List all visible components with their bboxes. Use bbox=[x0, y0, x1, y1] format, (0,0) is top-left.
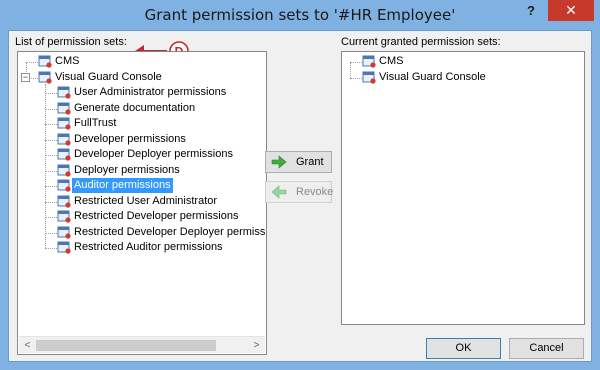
cancel-button[interactable]: Cancel bbox=[509, 338, 584, 359]
tree-item-label: Auditor permissions bbox=[72, 178, 173, 193]
permission-set-icon bbox=[38, 55, 52, 68]
tree-item-label: Generate documentation bbox=[74, 101, 196, 114]
tree-item[interactable]: Restricted User Administrator bbox=[18, 194, 266, 210]
tree-guide-line bbox=[45, 139, 57, 141]
tree-item[interactable]: − Visual Guard Console bbox=[18, 70, 266, 86]
arrow-right-icon bbox=[271, 155, 287, 169]
tree-item[interactable]: Developer permissions bbox=[18, 132, 266, 148]
dialog-window: Grant permission sets to '#HR Employee' … bbox=[0, 0, 600, 370]
tree-item-label: FullTrust bbox=[74, 117, 117, 129]
permission-set-icon bbox=[57, 179, 71, 192]
tree-guide-line bbox=[350, 77, 362, 79]
scroll-right-icon[interactable]: > bbox=[249, 338, 264, 353]
scrollbar-thumb[interactable] bbox=[36, 340, 216, 351]
title-bar[interactable]: Grant permission sets to '#HR Employee' … bbox=[0, 0, 600, 30]
tree-item[interactable]: Visual Guard Console bbox=[342, 70, 584, 86]
tree-item[interactable]: Developer Deployer permissions bbox=[18, 147, 266, 163]
granted-sets-tree[interactable]: CMS Visual Guard Console bbox=[341, 51, 585, 325]
tree-guide-line bbox=[45, 108, 57, 110]
tree-item[interactable]: CMS bbox=[18, 54, 266, 70]
tree-guide-line bbox=[45, 201, 57, 203]
grant-button-label: Grant bbox=[296, 156, 324, 168]
grant-button[interactable]: Grant bbox=[265, 151, 332, 173]
tree-item-label: Developer permissions bbox=[74, 132, 186, 145]
collapse-icon[interactable]: − bbox=[21, 72, 30, 82]
ok-button[interactable]: OK bbox=[426, 338, 501, 359]
permission-set-icon bbox=[57, 117, 71, 130]
tree-item[interactable]: CMS bbox=[342, 54, 584, 70]
available-sets-tree[interactable]: < > CMS − Visual Guard Console User Adminis… bbox=[17, 51, 267, 355]
available-sets-label: List of permission sets: bbox=[15, 36, 127, 48]
tree-item[interactable]: Auditor permissions bbox=[18, 178, 266, 194]
tree-guide-line bbox=[45, 248, 57, 249]
tree-item[interactable]: FullTrust bbox=[18, 116, 266, 132]
horizontal-scrollbar[interactable]: < > bbox=[19, 336, 265, 353]
tree-guide-line bbox=[45, 93, 57, 94]
help-button[interactable]: ? bbox=[520, 3, 542, 21]
tree-item[interactable]: Deployer permissions bbox=[18, 163, 266, 179]
tree-guide-line bbox=[45, 232, 57, 234]
tree-item-label: Restricted Auditor permissions bbox=[74, 241, 223, 253]
tree-item[interactable]: Restricted Developer permissions bbox=[18, 209, 266, 225]
permission-set-icon bbox=[57, 241, 71, 254]
permission-set-icon bbox=[57, 210, 71, 223]
tree-item-label: Developer Deployer permissions bbox=[74, 148, 233, 160]
permission-set-icon bbox=[57, 164, 71, 177]
revoke-button[interactable]: Revoke bbox=[265, 181, 334, 203]
tree-item-label: User Administrator permissions bbox=[74, 86, 227, 98]
close-button[interactable]: ✕ bbox=[548, 0, 594, 21]
window-title: Grant permission sets to '#HR Employee' bbox=[144, 6, 456, 24]
tree-item[interactable]: Restricted Developer Deployer permiss bbox=[18, 225, 266, 241]
dialog-body: List of permission sets: D Current grant… bbox=[8, 30, 592, 362]
permission-set-icon bbox=[57, 102, 71, 115]
tree-guide-line bbox=[350, 62, 362, 63]
permission-set-icon bbox=[57, 133, 71, 146]
tree-item-label: CMS bbox=[55, 55, 80, 67]
tree-item-label: Restricted Developer Deployer permiss bbox=[74, 225, 266, 238]
tree-guide-line bbox=[45, 124, 57, 125]
tree-item-label: Restricted User Administrator bbox=[74, 194, 218, 207]
permission-set-icon bbox=[57, 148, 71, 161]
permission-set-icon bbox=[362, 55, 376, 68]
tree-guide-line bbox=[45, 155, 57, 156]
permission-set-icon bbox=[57, 195, 71, 208]
arrow-left-icon bbox=[271, 185, 287, 199]
scroll-left-icon[interactable]: < bbox=[20, 338, 35, 353]
permission-set-icon bbox=[38, 71, 52, 84]
permission-set-icon bbox=[57, 86, 71, 99]
permission-set-icon bbox=[362, 71, 376, 84]
granted-sets-label: Current granted permission sets: bbox=[341, 36, 501, 48]
tree-item[interactable]: Generate documentation bbox=[18, 101, 266, 117]
tree-item-label: Restricted Developer permissions bbox=[74, 210, 239, 222]
tree-item[interactable]: Restricted Auditor permissions bbox=[18, 240, 266, 256]
tree-item-label: CMS bbox=[379, 55, 404, 67]
tree-item-label: Visual Guard Console bbox=[55, 70, 162, 83]
tree-guide-line bbox=[45, 186, 57, 187]
tree-item-label: Deployer permissions bbox=[74, 163, 180, 176]
tree-guide-line bbox=[45, 217, 57, 218]
permission-set-icon bbox=[57, 226, 71, 239]
tree-item[interactable]: User Administrator permissions bbox=[18, 85, 266, 101]
tree-item-label: Visual Guard Console bbox=[379, 70, 486, 83]
tree-guide-line bbox=[45, 170, 57, 172]
revoke-button-label: Revoke bbox=[296, 186, 334, 198]
tree-guide-line bbox=[26, 62, 38, 63]
